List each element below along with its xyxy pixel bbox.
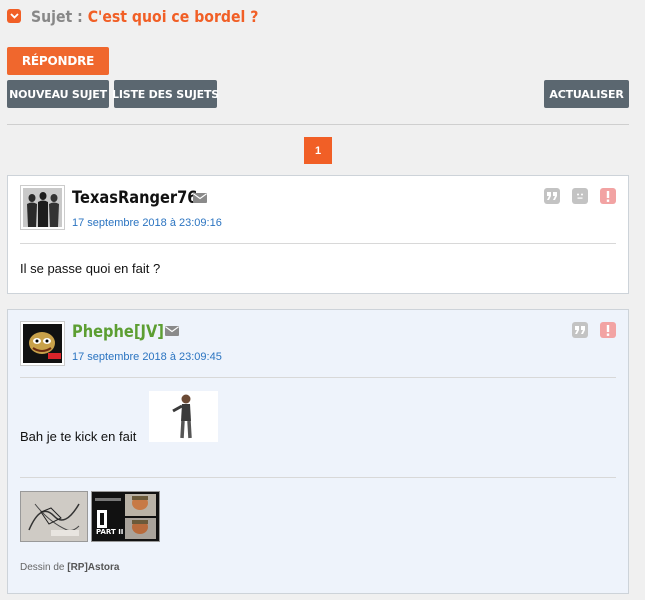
topic-title-text: C'est quoi ce bordel ? <box>87 6 259 26</box>
post-text: Bah je te kick en fait <box>20 429 137 444</box>
topic-title: Sujet : C'est quoi ce bordel ? <box>31 7 258 26</box>
refresh-button[interactable]: ACTUALISER <box>544 80 629 108</box>
mail-icon[interactable] <box>193 193 207 203</box>
post-text: Il se passe quoi en fait ? <box>20 261 161 276</box>
post-author[interactable]: Phephe[JV] <box>72 322 164 342</box>
divider <box>7 124 629 125</box>
reply-button[interactable]: RÉPONDRE <box>7 47 109 75</box>
signature-image-caption: PART II <box>96 528 124 536</box>
new-topic-button[interactable]: NOUVEAU SUJET <box>7 80 109 108</box>
separator <box>20 377 616 378</box>
post: Phephe[JV] 17 septembre 2018 à 23:09:45 … <box>7 309 629 594</box>
post: TexasRanger76 17 septembre 2018 à 23:09:… <box>7 175 629 294</box>
avatar[interactable] <box>20 185 65 230</box>
separator <box>20 243 616 244</box>
report-face-icon[interactable] <box>572 188 588 204</box>
gif-image[interactable] <box>149 391 218 442</box>
post-date[interactable]: 17 septembre 2018 à 23:09:16 <box>72 217 222 229</box>
quote-icon[interactable] <box>572 322 588 338</box>
signature-credit: Dessin de [RP]Astora <box>20 562 119 573</box>
quote-icon[interactable] <box>544 188 560 204</box>
signature-credit-prefix: Dessin de <box>20 562 65 573</box>
topic-header: Sujet : C'est quoi ce bordel ? <box>7 4 289 28</box>
alert-icon[interactable] <box>600 322 616 338</box>
chevron-down-icon[interactable] <box>7 9 21 23</box>
topic-list-button[interactable]: LISTE DES SUJETS <box>112 80 219 108</box>
signature-image-poster[interactable]: PART II <box>91 491 160 542</box>
separator <box>20 477 616 478</box>
post-date[interactable]: 17 septembre 2018 à 23:09:45 <box>72 351 222 363</box>
avatar[interactable] <box>20 321 65 366</box>
topic-prefix: Sujet : <box>31 6 83 26</box>
alert-icon[interactable] <box>600 188 616 204</box>
mail-icon[interactable] <box>165 326 179 336</box>
signature-image-drawing[interactable] <box>20 491 88 542</box>
pagination-page-current[interactable]: 1 <box>304 137 332 164</box>
signature-credit-author: [RP]Astora <box>67 562 120 573</box>
post-author[interactable]: TexasRanger76 <box>72 188 197 208</box>
